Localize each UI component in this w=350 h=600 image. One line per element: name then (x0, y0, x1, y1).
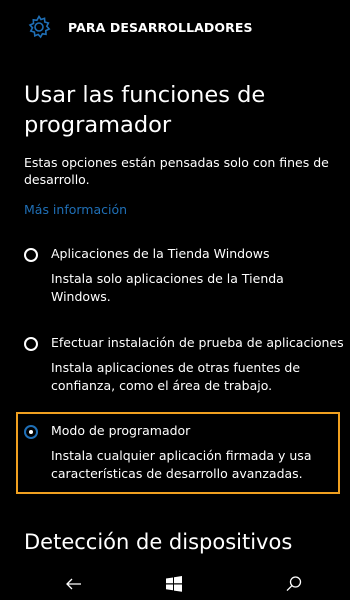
option-description: Instala cualquier aplicación firmada y u… (51, 448, 312, 481)
more-info-link[interactable]: Más información (24, 202, 127, 217)
header-title: PARA DESARROLLADORES (68, 20, 253, 35)
option-description: Instala aplicaciones de otras fuentes de… (51, 360, 301, 393)
radio-button[interactable] (24, 248, 38, 262)
header: PARA DESARROLLADORES (0, 0, 350, 56)
intro-text: Estas opciones están pensadas solo con f… (24, 155, 329, 187)
back-arrow-icon[interactable] (64, 574, 84, 594)
navigation-bar (0, 568, 350, 600)
option-label: Aplicaciones de la Tienda Windows (51, 246, 270, 261)
search-icon[interactable] (284, 574, 304, 594)
gear-icon (28, 14, 51, 39)
option-description: Instala solo aplicaciones de la Tienda W… (51, 271, 284, 304)
windows-logo-icon[interactable] (164, 574, 184, 594)
section-title-device-discovery: Detección de dispositivos (24, 530, 293, 554)
developer-settings-screen: PARA DESARROLLADORES Usar las funciones … (0, 0, 350, 600)
radio-button-selected[interactable] (24, 425, 38, 439)
radio-button[interactable] (24, 337, 38, 351)
option-label: Modo de programador (51, 423, 191, 438)
page-title: Usar las funciones de programador (24, 82, 266, 138)
option-label: Efectuar instalación de prueba de aplica… (51, 335, 344, 350)
